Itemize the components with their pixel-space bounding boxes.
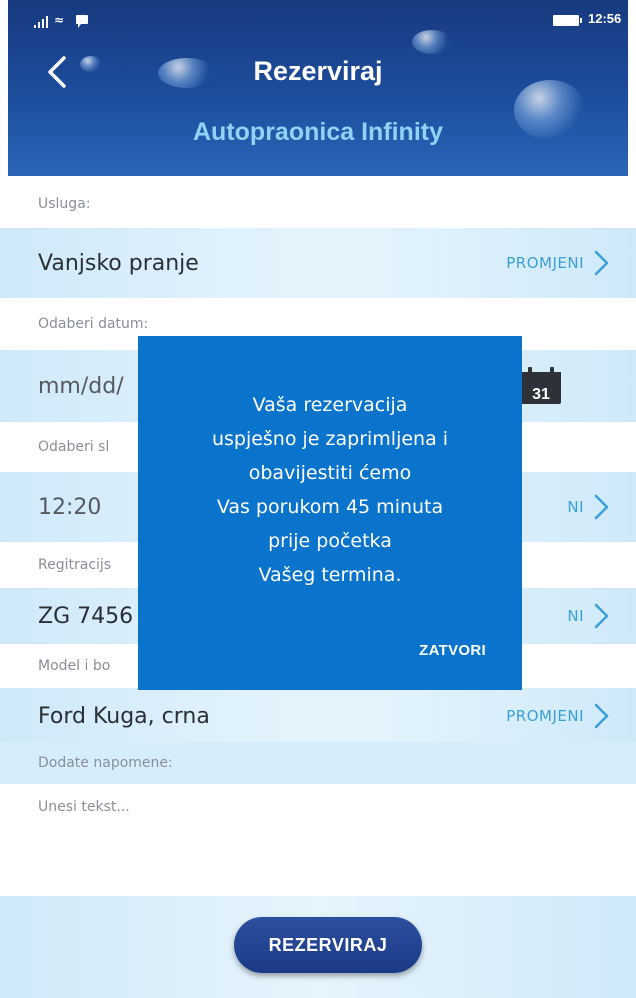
dialog-message-line: obavijestiti ćemo: [248, 462, 412, 484]
change-model-button[interactable]: PROMJENI: [506, 688, 584, 744]
dialog-message-line: Vašeg termina.: [258, 564, 402, 586]
dialog-message: Vaša rezervacija uspješno je zaprimljena…: [138, 388, 522, 592]
dialog-message-line: Vas porukom 45 minuta: [216, 496, 444, 518]
close-dialog-button[interactable]: ZATVORI: [419, 642, 486, 659]
date-value: mm/dd/: [38, 373, 124, 399]
slot-value: 12:20: [38, 494, 102, 520]
calendar-day: 31: [532, 386, 550, 403]
chevron-right-icon[interactable]: [586, 701, 616, 731]
water-drop-decoration: [412, 30, 452, 54]
model-row[interactable]: Ford Kuga, crna PROMJENI: [0, 688, 636, 744]
registration-value: ZG 7456: [38, 603, 134, 629]
notes-placeholder: Unesi tekst...: [38, 799, 130, 815]
status-time: 12:56: [588, 11, 622, 26]
page-subtitle: Autopraonica Infinity: [193, 118, 443, 146]
app-header: ≈ 12:56 Rezerviraj Autopraonica Infinity: [8, 0, 628, 176]
wifi-icon: ≈: [54, 13, 65, 27]
signal-icon: [34, 16, 48, 28]
confirmation-dialog: Vaša rezervacija uspješno je zaprimljena…: [138, 336, 522, 690]
notes-label: Dodate napomene:: [0, 742, 636, 784]
dialog-message-line: uspješno je zaprimljena i: [211, 428, 449, 450]
change-registration-button[interactable]: NI: [567, 588, 584, 644]
battery-icon: [553, 15, 582, 26]
chevron-right-icon[interactable]: [586, 492, 616, 522]
status-bar: ≈ 12:56: [8, 0, 628, 30]
notes-input[interactable]: Unesi tekst...: [0, 784, 636, 896]
change-service-button[interactable]: PROMJENI: [506, 228, 584, 298]
chevron-right-icon[interactable]: [586, 601, 616, 631]
page-title: Rezerviraj: [253, 56, 383, 86]
service-label: Usluga:: [0, 180, 636, 228]
reserve-button[interactable]: REZERVIRAJ: [234, 917, 422, 973]
service-row[interactable]: Vanjsko pranje PROMJENI: [0, 228, 636, 298]
model-value: Ford Kuga, crna: [38, 703, 210, 729]
change-slot-button[interactable]: NI: [567, 472, 584, 542]
dialog-message-line: Vaša rezervacija: [252, 394, 408, 416]
message-icon: [76, 15, 88, 28]
dialog-message-line: prije početka: [268, 530, 392, 552]
calendar-icon[interactable]: 31: [518, 364, 564, 406]
service-value: Vanjsko pranje: [38, 250, 199, 276]
chevron-right-icon[interactable]: [586, 248, 616, 278]
